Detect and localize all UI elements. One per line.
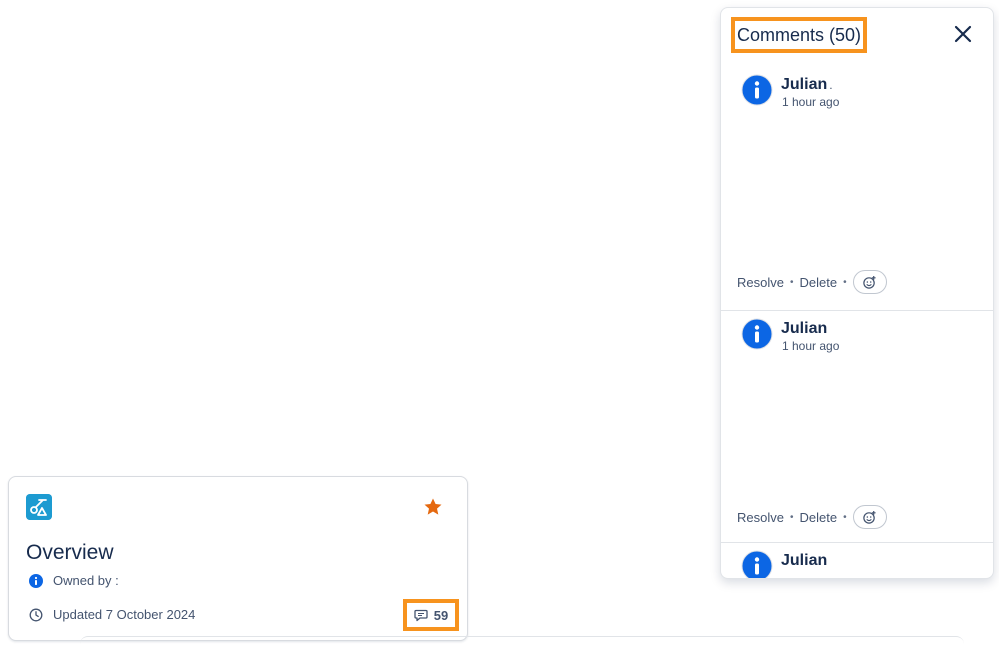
author-name: Julian xyxy=(781,76,828,93)
star-icon[interactable] xyxy=(423,497,443,517)
updated-text: Updated 7 October 2024 xyxy=(53,607,196,622)
add-reaction-icon xyxy=(863,275,876,289)
separator-dot: • xyxy=(843,511,847,523)
comments-panel: Comments (50) Julian. 1 hour ago Resolve… xyxy=(720,7,994,579)
comment-item: Julian. 1 hour ago Resolve • Delete • xyxy=(721,68,993,311)
separator-dot: • xyxy=(789,276,794,288)
resolve-button[interactable]: Resolve xyxy=(737,275,784,290)
delete-button[interactable]: Delete xyxy=(799,275,837,290)
add-reaction-button[interactable] xyxy=(852,505,887,529)
comment-timestamp: 1 hour ago xyxy=(782,95,840,109)
avatar-info-icon xyxy=(741,550,773,578)
close-icon[interactable] xyxy=(953,24,973,44)
separator-dot: • xyxy=(789,511,794,523)
comment-timestamp: 1 hour ago xyxy=(782,339,840,353)
comment-author: Julian xyxy=(781,320,828,337)
comment-count-value: 59 xyxy=(433,607,449,623)
comment-author: Julian xyxy=(781,552,828,569)
comments-panel-title: Comments (50) xyxy=(731,17,868,53)
avatar-info-icon xyxy=(741,74,773,106)
add-reaction-icon xyxy=(863,510,876,524)
comment-actions: Resolve • Delete • xyxy=(737,270,887,294)
comment-item: Julian 1 hour ago Resolve • Delete • xyxy=(721,312,993,543)
delete-button[interactable]: Delete xyxy=(799,510,837,525)
comment-actions: Resolve • Delete • xyxy=(737,505,887,529)
author-suffix: . xyxy=(829,78,833,92)
comment-count-button[interactable]: 59 xyxy=(403,599,459,631)
add-reaction-button[interactable] xyxy=(852,270,887,294)
info-icon xyxy=(29,573,43,588)
page-card[interactable]: Overview Owned by : Updated 7 October 20… xyxy=(8,476,468,641)
next-card-edge xyxy=(80,636,964,656)
comment-author: Julian. xyxy=(781,76,833,94)
resolve-button[interactable]: Resolve xyxy=(737,510,784,525)
separator-dot: • xyxy=(843,276,847,288)
owner-line: Owned by : xyxy=(29,573,119,588)
owned-by-text: Owned by xyxy=(53,573,112,588)
updated-line: Updated 7 October 2024 xyxy=(29,607,195,622)
avatar-info-icon xyxy=(741,318,773,350)
owner-name[interactable]: : xyxy=(115,573,119,588)
page-title[interactable]: Overview xyxy=(26,541,114,565)
comment-icon xyxy=(414,609,428,622)
owned-by-label: Owned by : xyxy=(53,573,119,588)
comment-item: Julian xyxy=(721,544,993,578)
space-icon xyxy=(26,494,52,520)
clock-icon xyxy=(29,608,43,621)
